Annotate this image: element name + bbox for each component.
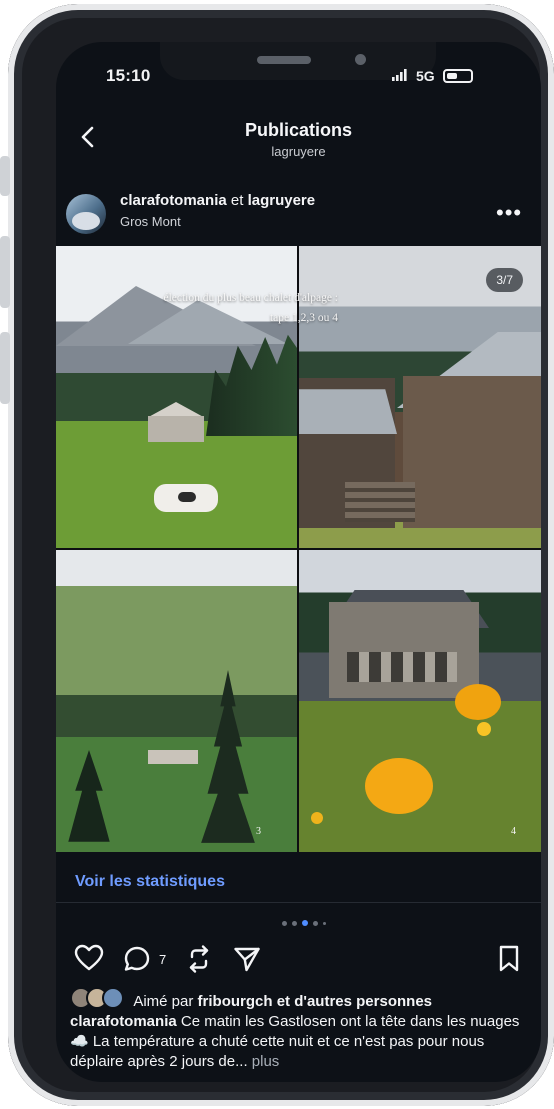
likes-user[interactable]: fribourgch — [198, 993, 273, 1010]
carousel-dot — [282, 920, 287, 926]
battery-icon — [442, 69, 473, 83]
bookmark-icon — [499, 945, 519, 972]
caption-more-link[interactable]: plus — [252, 1053, 280, 1070]
flower-shape — [455, 684, 501, 720]
chalet-shape — [148, 750, 198, 764]
caption-user[interactable]: clarafotomania — [70, 1013, 177, 1030]
chalet-shape — [148, 416, 204, 442]
post-location[interactable]: Gros Mont — [120, 214, 181, 229]
view-stats-link[interactable]: Voir les statistiques — [75, 873, 225, 891]
photo-number: 3 — [256, 826, 261, 837]
status-indicators: 5G — [392, 68, 473, 84]
poll-line-1: élection du plus beau chalet d'alpage : — [163, 292, 338, 304]
more-horizontal-icon: ••• — [496, 200, 523, 225]
tree-shape — [201, 670, 255, 843]
liker-avatars[interactable] — [70, 987, 124, 1009]
carousel-dot — [323, 921, 326, 925]
chalet-shape — [329, 602, 479, 698]
barn-shape — [403, 376, 541, 528]
flower-shape — [311, 812, 323, 824]
faded-next-line — [70, 1072, 320, 1082]
post-header: clarafotomania et lagruyere Gros Mont ••… — [56, 182, 541, 246]
likes-prefix: Aimé par — [133, 993, 194, 1010]
cow-shape — [154, 484, 218, 512]
top-bar: Publications lagruyere — [56, 108, 541, 166]
repost-icon — [189, 945, 209, 973]
poll-overlay-text: élection du plus beau chalet d'alpage : … — [138, 288, 338, 328]
post-avatar[interactable] — [66, 194, 106, 234]
repost-button[interactable] — [184, 944, 214, 979]
likes-suffix[interactable]: et d'autres personnes — [277, 993, 432, 1010]
authors-joiner: et — [230, 192, 244, 209]
status-time: 15:10 — [106, 66, 151, 85]
flower-shape — [365, 758, 433, 814]
photo-tile-4: 4 — [299, 550, 541, 852]
poll-line-2: tape 1,2,3 ou 4 — [269, 312, 338, 324]
save-button[interactable] — [496, 944, 522, 979]
comment-icon — [124, 946, 150, 971]
comment-button[interactable] — [122, 944, 152, 979]
page-subtitle: lagruyere — [271, 144, 326, 159]
liker-avatar — [102, 987, 124, 1009]
window-row-shape — [347, 652, 457, 682]
share-button[interactable] — [232, 944, 262, 979]
volume-down-button — [0, 332, 10, 404]
stats-row: Voir les statistiques — [56, 862, 541, 903]
volume-up-button — [0, 236, 10, 308]
post-caption: clarafotomania Ce matin les Gastlosen on… — [70, 1012, 526, 1072]
post-authors: clarafotomania et lagruyere — [120, 192, 315, 209]
speaker-grille — [257, 56, 311, 64]
front-camera — [355, 54, 366, 65]
more-options-button[interactable]: ••• — [496, 200, 522, 226]
carousel-dot — [313, 920, 318, 926]
carousel-dot-active — [302, 920, 308, 926]
photo-tile-3: 3 — [56, 550, 297, 852]
post-actions: 7 — [56, 938, 541, 982]
post-image-collage[interactable]: 3/7 3 4 élection du plus beau chalet d'a… — [56, 246, 541, 852]
signal-icon — [392, 68, 408, 84]
heart-icon — [74, 944, 104, 971]
silent-switch — [0, 156, 10, 196]
flower-shape — [477, 722, 491, 736]
author-primary[interactable]: clarafotomania — [120, 192, 227, 209]
likes-summary: Aimé par fribourgch et d'autres personne… — [70, 987, 432, 1010]
send-icon — [234, 947, 260, 972]
tree-shape — [68, 750, 110, 842]
photo-number: 4 — [511, 826, 516, 837]
comment-count[interactable]: 7 — [159, 952, 166, 967]
author-secondary[interactable]: lagruyere — [248, 192, 316, 209]
ramp-shape — [345, 482, 415, 522]
carousel-indicator — [282, 920, 326, 926]
like-button[interactable] — [74, 944, 104, 977]
carousel-counter: 3/7 — [486, 268, 523, 292]
page-title: Publications — [244, 120, 352, 140]
network-label: 5G — [416, 68, 435, 84]
carousel-dot — [292, 920, 297, 926]
phone-screen: 15:10 5G Publications lagruyere clarafot… — [56, 42, 541, 1082]
